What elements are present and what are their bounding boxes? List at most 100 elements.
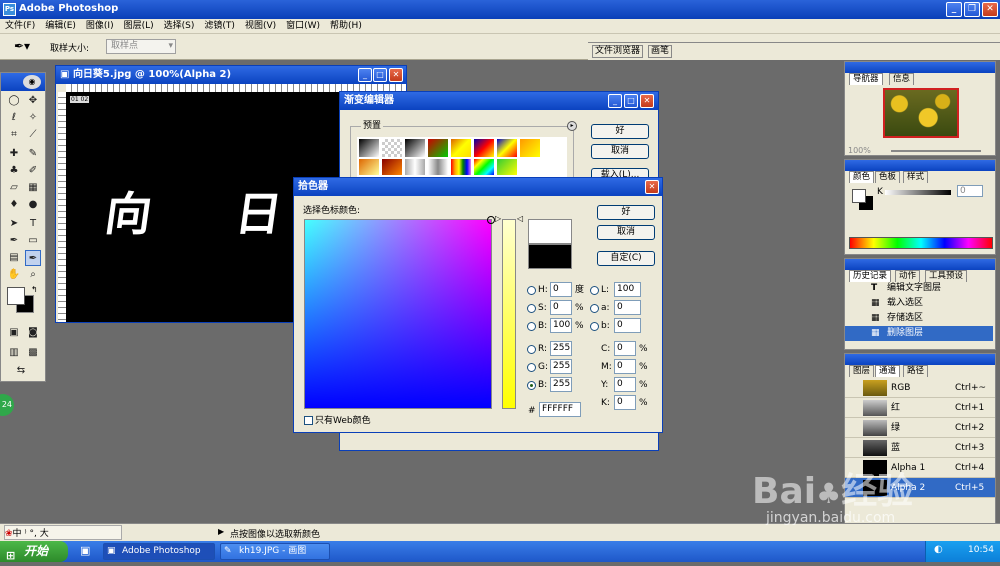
k-field[interactable]: 0 (614, 395, 636, 410)
marquee-tool-icon[interactable]: ◯ (6, 93, 22, 109)
eraser-tool-icon[interactable]: ▱ (6, 180, 22, 196)
gradient-tool-icon[interactable]: ▦ (25, 180, 41, 196)
history-item-edit-text[interactable]: T 编辑文字图层 (845, 281, 993, 296)
type-tool-icon[interactable]: T (25, 216, 41, 232)
pen-tool-icon[interactable]: ✒ (6, 233, 22, 249)
blur-tool-icon[interactable]: ♦ (6, 197, 22, 213)
tab-layers[interactable]: 图层 (849, 365, 875, 377)
history-item-save-selection[interactable]: ▦ 存储选区 (845, 311, 993, 326)
hex-field[interactable]: FFFFFF (539, 402, 581, 417)
close-button[interactable]: ✕ (982, 2, 998, 17)
channel-row-selected[interactable]: Alpha 2 Ctrl+5 (845, 478, 995, 498)
tab-file-browser[interactable]: 文件浏览器 (592, 45, 644, 58)
tab-styles[interactable]: 样式 (903, 171, 929, 183)
menu-select[interactable]: 选择(S) (159, 19, 200, 34)
sample-size-select[interactable]: 取样点 ▾ (106, 39, 176, 54)
menu-view[interactable]: 视图(V) (240, 19, 281, 34)
color-spectrum-bar[interactable] (849, 237, 993, 249)
hue-slider-arrow-right-icon[interactable]: ◁ (517, 214, 523, 223)
brush-tool-icon[interactable]: ✎ (25, 146, 41, 162)
web-only-checkbox[interactable] (304, 416, 313, 425)
restore-button[interactable]: ❐ (964, 2, 980, 17)
cp-ok-button[interactable]: 好 (597, 205, 655, 220)
zoom-tool-icon[interactable]: ⌕ (25, 267, 41, 283)
tab-swatches[interactable]: 色板 (875, 171, 901, 183)
start-button[interactable]: ⊞ 开始 (0, 541, 68, 562)
hue-slider-arrow-left-icon[interactable]: ▷ (495, 214, 501, 223)
path-select-icon[interactable]: ➤ (6, 216, 22, 232)
menu-help[interactable]: 帮助(H) (325, 19, 367, 34)
radio-g[interactable] (527, 363, 536, 372)
tab-navigator[interactable]: 导航器 (849, 73, 883, 85)
hue-slider[interactable] (502, 219, 516, 409)
stamp-tool-icon[interactable]: ♣ (6, 163, 22, 179)
tab-channels[interactable]: 通道 (875, 365, 901, 377)
cp-close-button[interactable]: ✕ (645, 180, 659, 194)
tab-brushes[interactable]: 画笔 (648, 45, 673, 58)
quickmask-mode-icon[interactable]: ◙ (25, 325, 41, 341)
lasso-tool-icon[interactable]: ℓ (6, 110, 22, 126)
fullscreen-mode-icon[interactable]: ▩ (25, 345, 41, 361)
b-field[interactable]: 100 (550, 318, 572, 333)
standard-mode-icon[interactable]: ▣ (6, 325, 22, 341)
m-field[interactable]: 0 (614, 359, 636, 374)
radio-r[interactable] (527, 345, 536, 354)
radio-s[interactable] (527, 304, 536, 313)
color-field[interactable] (304, 216, 495, 409)
menu-window[interactable]: 窗口(W) (281, 19, 325, 34)
doc-minimize-button[interactable]: _ (358, 68, 372, 82)
radio-b[interactable] (527, 322, 536, 331)
radio-rgb-b[interactable] (527, 381, 536, 390)
radio-l[interactable] (590, 286, 599, 295)
eyedropper-tool-icon[interactable]: ✒ (25, 250, 41, 266)
tray-icon[interactable]: ◐ (934, 544, 943, 555)
channel-row[interactable]: 蓝 Ctrl+3 (845, 438, 995, 458)
presets-menu-icon[interactable]: ▸ (567, 121, 577, 131)
k-channel-slider[interactable] (885, 190, 951, 195)
menu-file[interactable]: 文件(F) (0, 19, 40, 34)
s-field[interactable]: 0 (550, 300, 572, 315)
move-tool-icon[interactable]: ✥ (25, 93, 41, 109)
eyedropper-tool-icon[interactable]: ✒▾ (14, 39, 30, 53)
history-item-delete-layer[interactable]: ▦ 删除图层 (845, 326, 993, 341)
l-field[interactable]: 100 (614, 282, 641, 297)
jump-to-imageready-icon[interactable]: ⇆ (13, 363, 29, 379)
ge-close-button[interactable]: ✕ (640, 94, 654, 108)
r-field[interactable]: 255 (550, 341, 572, 356)
color-panel-fg-swatch[interactable] (852, 189, 866, 203)
adobe-eye-icon[interactable]: ◉ (23, 75, 41, 89)
cp-cancel-button[interactable]: 取消 (597, 225, 655, 240)
taskbar-item-photoshop[interactable]: ▣ Adobe Photoshop (103, 543, 215, 560)
g-field[interactable]: 255 (550, 359, 572, 374)
foreground-color-swatch[interactable] (7, 287, 25, 305)
ime-status[interactable]: 中 ⁾ °, 大 (13, 529, 49, 539)
taskbar-item-paint[interactable]: ✎ kh19.JPG - 画图 (220, 543, 330, 560)
tab-color[interactable]: 颜色 (849, 171, 875, 183)
k-channel-field[interactable]: 0 (957, 185, 983, 197)
tab-info[interactable]: 信息 (889, 73, 915, 85)
quicklaunch-desktop-icon[interactable]: ▣ (80, 544, 90, 557)
c-field[interactable]: 0 (614, 341, 636, 356)
menu-layer[interactable]: 图层(L) (119, 19, 159, 34)
radio-lab-b[interactable] (590, 322, 599, 331)
navigator-zoom[interactable]: 100% (848, 146, 871, 155)
channel-row[interactable]: Alpha 1 Ctrl+4 (845, 458, 995, 478)
magic-wand-icon[interactable]: ✧ (25, 110, 41, 126)
y-field[interactable]: 0 (614, 377, 636, 392)
channel-row[interactable]: 红 Ctrl+1 (845, 398, 995, 418)
shape-tool-icon[interactable]: ▭ (25, 233, 41, 249)
tab-paths[interactable]: 路径 (903, 365, 929, 377)
radio-a[interactable] (590, 304, 599, 313)
minimize-button[interactable]: _ (946, 2, 962, 17)
menu-edit[interactable]: 编辑(E) (40, 19, 81, 34)
cp-custom-button[interactable]: 自定(C) (597, 251, 655, 266)
navigator-zoom-slider[interactable] (891, 150, 981, 152)
ge-ok-button[interactable]: 好 (591, 124, 649, 139)
healing-brush-icon[interactable]: ✚ (6, 146, 22, 162)
menu-image[interactable]: 图像(I) (81, 19, 119, 34)
hand-tool-icon[interactable]: ✋ (6, 267, 22, 283)
notes-tool-icon[interactable]: ▤ (6, 250, 22, 266)
channel-row[interactable]: 绿 Ctrl+2 (845, 418, 995, 438)
rgb-b-field[interactable]: 255 (550, 377, 572, 392)
slice-tool-icon[interactable]: ⟋ (25, 127, 41, 143)
